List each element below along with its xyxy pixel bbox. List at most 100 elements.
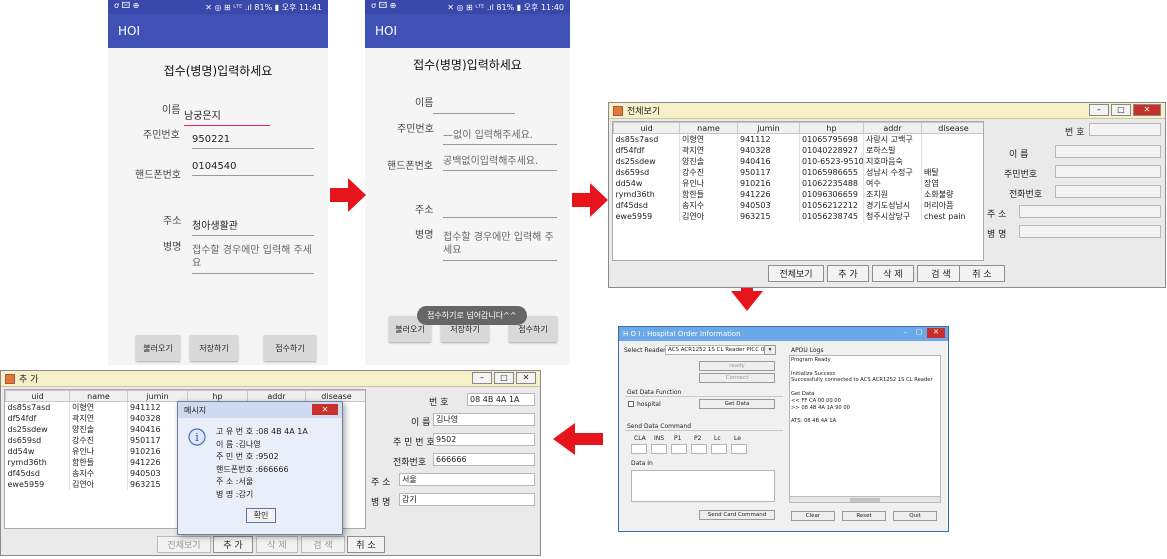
column-header[interactable]: name bbox=[679, 122, 738, 134]
add-button[interactable]: 추 가 bbox=[827, 265, 869, 282]
rrn-input[interactable]: 950221 bbox=[192, 134, 314, 149]
form-field[interactable] bbox=[1019, 205, 1161, 218]
delete-button[interactable]: 삭 제 bbox=[872, 265, 914, 282]
ok-button[interactable]: 확인 bbox=[246, 508, 276, 523]
horizontal-scrollbar[interactable] bbox=[789, 496, 941, 503]
apdu-field-input[interactable] bbox=[671, 444, 687, 454]
clear-button[interactable]: Clear bbox=[791, 511, 835, 521]
search-button[interactable]: 검 색 bbox=[917, 265, 965, 282]
disease-input[interactable]: 접수할 경우에만 입력해 주세요 bbox=[443, 231, 557, 261]
table-row[interactable]: ewe5959 김연아 963215 01056238745 청주시상당구 chest p… bbox=[613, 211, 983, 222]
apdu-field-input[interactable] bbox=[691, 444, 707, 454]
view-all-button[interactable]: 전체보기 bbox=[768, 265, 824, 282]
patient-table[interactable]: uid name jumin hp addr disease ds85s7asd 이형연 94… bbox=[612, 121, 984, 261]
form-field[interactable]: 감기 bbox=[399, 493, 535, 506]
maximize-button[interactable]: □ bbox=[913, 328, 925, 338]
phone-input[interactable]: 0104540 bbox=[192, 161, 314, 176]
apdu-field-input[interactable] bbox=[651, 444, 667, 454]
chevron-down-icon[interactable]: ▾ bbox=[764, 345, 776, 355]
apdu-field-input[interactable] bbox=[731, 444, 747, 454]
submit-button[interactable]: 접수하기 bbox=[264, 335, 316, 361]
send-card-command-button[interactable]: Send Card Command bbox=[699, 510, 775, 520]
minimize-button[interactable]: – bbox=[472, 372, 492, 384]
form-field[interactable]: 9502 bbox=[433, 433, 535, 446]
form-field[interactable]: 김나영 bbox=[433, 413, 535, 426]
column-header[interactable]: uid bbox=[5, 390, 70, 402]
form-field[interactable] bbox=[1089, 123, 1161, 136]
form-field[interactable]: 08 4B 4A 1A bbox=[467, 393, 535, 406]
delete-button[interactable]: 삭 제 bbox=[256, 536, 298, 553]
address-input[interactable] bbox=[443, 204, 557, 218]
column-header[interactable]: jumin bbox=[127, 390, 188, 402]
table-row[interactable]: df54fdf 곽지연 940328 01040228927 로하스빌 bbox=[613, 145, 983, 156]
table-cell: 010-6523-9510 bbox=[799, 156, 864, 167]
name-input[interactable]: 남궁은지 bbox=[184, 107, 270, 126]
table-cell: 배탈 bbox=[921, 167, 983, 178]
add-button[interactable]: 추 가 bbox=[213, 536, 253, 553]
reader-select[interactable]: ACS ACR1252 1S CL Reader PICC 0 bbox=[665, 345, 775, 355]
apdu-field-input[interactable] bbox=[711, 444, 727, 454]
view-all-button[interactable]: 전체보기 bbox=[157, 536, 211, 553]
load-button[interactable]: 불러오기 bbox=[136, 335, 180, 361]
quit-button[interactable]: Quit bbox=[893, 511, 937, 521]
name-input[interactable] bbox=[433, 100, 515, 114]
cancel-button[interactable]: 취 소 bbox=[347, 536, 385, 553]
form-field[interactable] bbox=[1019, 225, 1161, 238]
table-cell: 로하스빌 bbox=[863, 145, 922, 156]
phone-input[interactable]: 공백없이입력해주세요. bbox=[443, 152, 557, 171]
column-header[interactable]: jumin bbox=[737, 122, 800, 134]
data-in-textarea[interactable] bbox=[631, 470, 775, 502]
maximize-button[interactable]: □ bbox=[1111, 104, 1131, 116]
column-header[interactable]: disease bbox=[921, 122, 983, 134]
address-input[interactable]: 청아생활관 bbox=[192, 217, 314, 236]
column-header[interactable]: addr bbox=[247, 390, 306, 402]
form-field[interactable] bbox=[1055, 145, 1161, 158]
cancel-button[interactable]: 취 소 bbox=[959, 265, 1005, 282]
form-field[interactable]: 666666 bbox=[433, 453, 535, 466]
reset-button[interactable]: Reset bbox=[842, 511, 886, 521]
table-row[interactable]: dd54w 유인나 910216 01062235488 여수 장염 bbox=[613, 178, 983, 189]
table-cell: chest pain bbox=[921, 211, 983, 222]
minimize-button[interactable]: – bbox=[899, 328, 911, 338]
save-button[interactable]: 저장하기 bbox=[190, 335, 238, 361]
table-row[interactable]: df45dsd 송지수 940503 01056212212 경기도성남시 머리아픔 bbox=[613, 200, 983, 211]
rrn-input[interactable]: —없이 입력해주세요. bbox=[443, 126, 557, 145]
apdu-log-area[interactable]: Program Ready Initialize Success Successfu… bbox=[789, 355, 941, 503]
table-row[interactable]: ds25sdew 양진솔 940416 010-6523-9510 지호마음숙 bbox=[613, 156, 983, 167]
name-label: 이름 bbox=[162, 105, 181, 116]
log-line: << FF CA 00 00 00 bbox=[791, 397, 841, 404]
form-label: 주 소 bbox=[371, 478, 391, 488]
disease-label: 병명 bbox=[415, 230, 434, 241]
table-cell: 01096306659 bbox=[799, 189, 864, 200]
column-header[interactable]: name bbox=[69, 390, 128, 402]
ready-button[interactable]: ready bbox=[699, 361, 775, 371]
scrollbar-thumb[interactable] bbox=[850, 498, 880, 502]
form-field[interactable] bbox=[1055, 165, 1161, 178]
hospital-checkbox[interactable] bbox=[628, 401, 634, 407]
close-button[interactable]: ✕ bbox=[516, 372, 536, 384]
maximize-button[interactable]: □ bbox=[494, 372, 514, 384]
close-button[interactable]: ✕ bbox=[1133, 104, 1161, 116]
minimize-button[interactable]: – bbox=[1089, 104, 1109, 116]
form-label: 전화번호 bbox=[1009, 190, 1043, 200]
close-button[interactable]: ✕ bbox=[312, 404, 338, 415]
close-button[interactable]: ✕ bbox=[927, 328, 945, 338]
disease-input[interactable]: 접수할 경우에만 입력해 주세요 bbox=[192, 244, 314, 274]
column-header[interactable]: addr bbox=[863, 122, 922, 134]
get-data-label: Get Data Function bbox=[627, 389, 682, 396]
column-header[interactable]: disease bbox=[305, 390, 365, 402]
column-header[interactable]: hp bbox=[799, 122, 864, 134]
apdu-field-input[interactable] bbox=[631, 444, 647, 454]
get-data-button[interactable]: Get Data bbox=[699, 399, 775, 409]
form-field[interactable]: 서울 bbox=[399, 473, 535, 486]
search-button[interactable]: 검 색 bbox=[301, 536, 345, 553]
table-cell: ds659sd bbox=[613, 167, 680, 178]
form-field[interactable] bbox=[1055, 185, 1161, 198]
connect-button[interactable]: Connect bbox=[699, 373, 775, 383]
column-header[interactable]: uid bbox=[613, 122, 680, 134]
table-row[interactable]: rymd36th 함한들 941226 01096306659 조치원 소화불량 bbox=[613, 189, 983, 200]
table-row[interactable]: ds85s7asd 이형연 941112 01065795698 사랑시 고백구 bbox=[613, 133, 983, 145]
column-header[interactable]: hp bbox=[187, 390, 248, 402]
table-row[interactable]: ds659sd 강수진 950117 01065986655 성남시 수정구 배탈 bbox=[613, 167, 983, 178]
